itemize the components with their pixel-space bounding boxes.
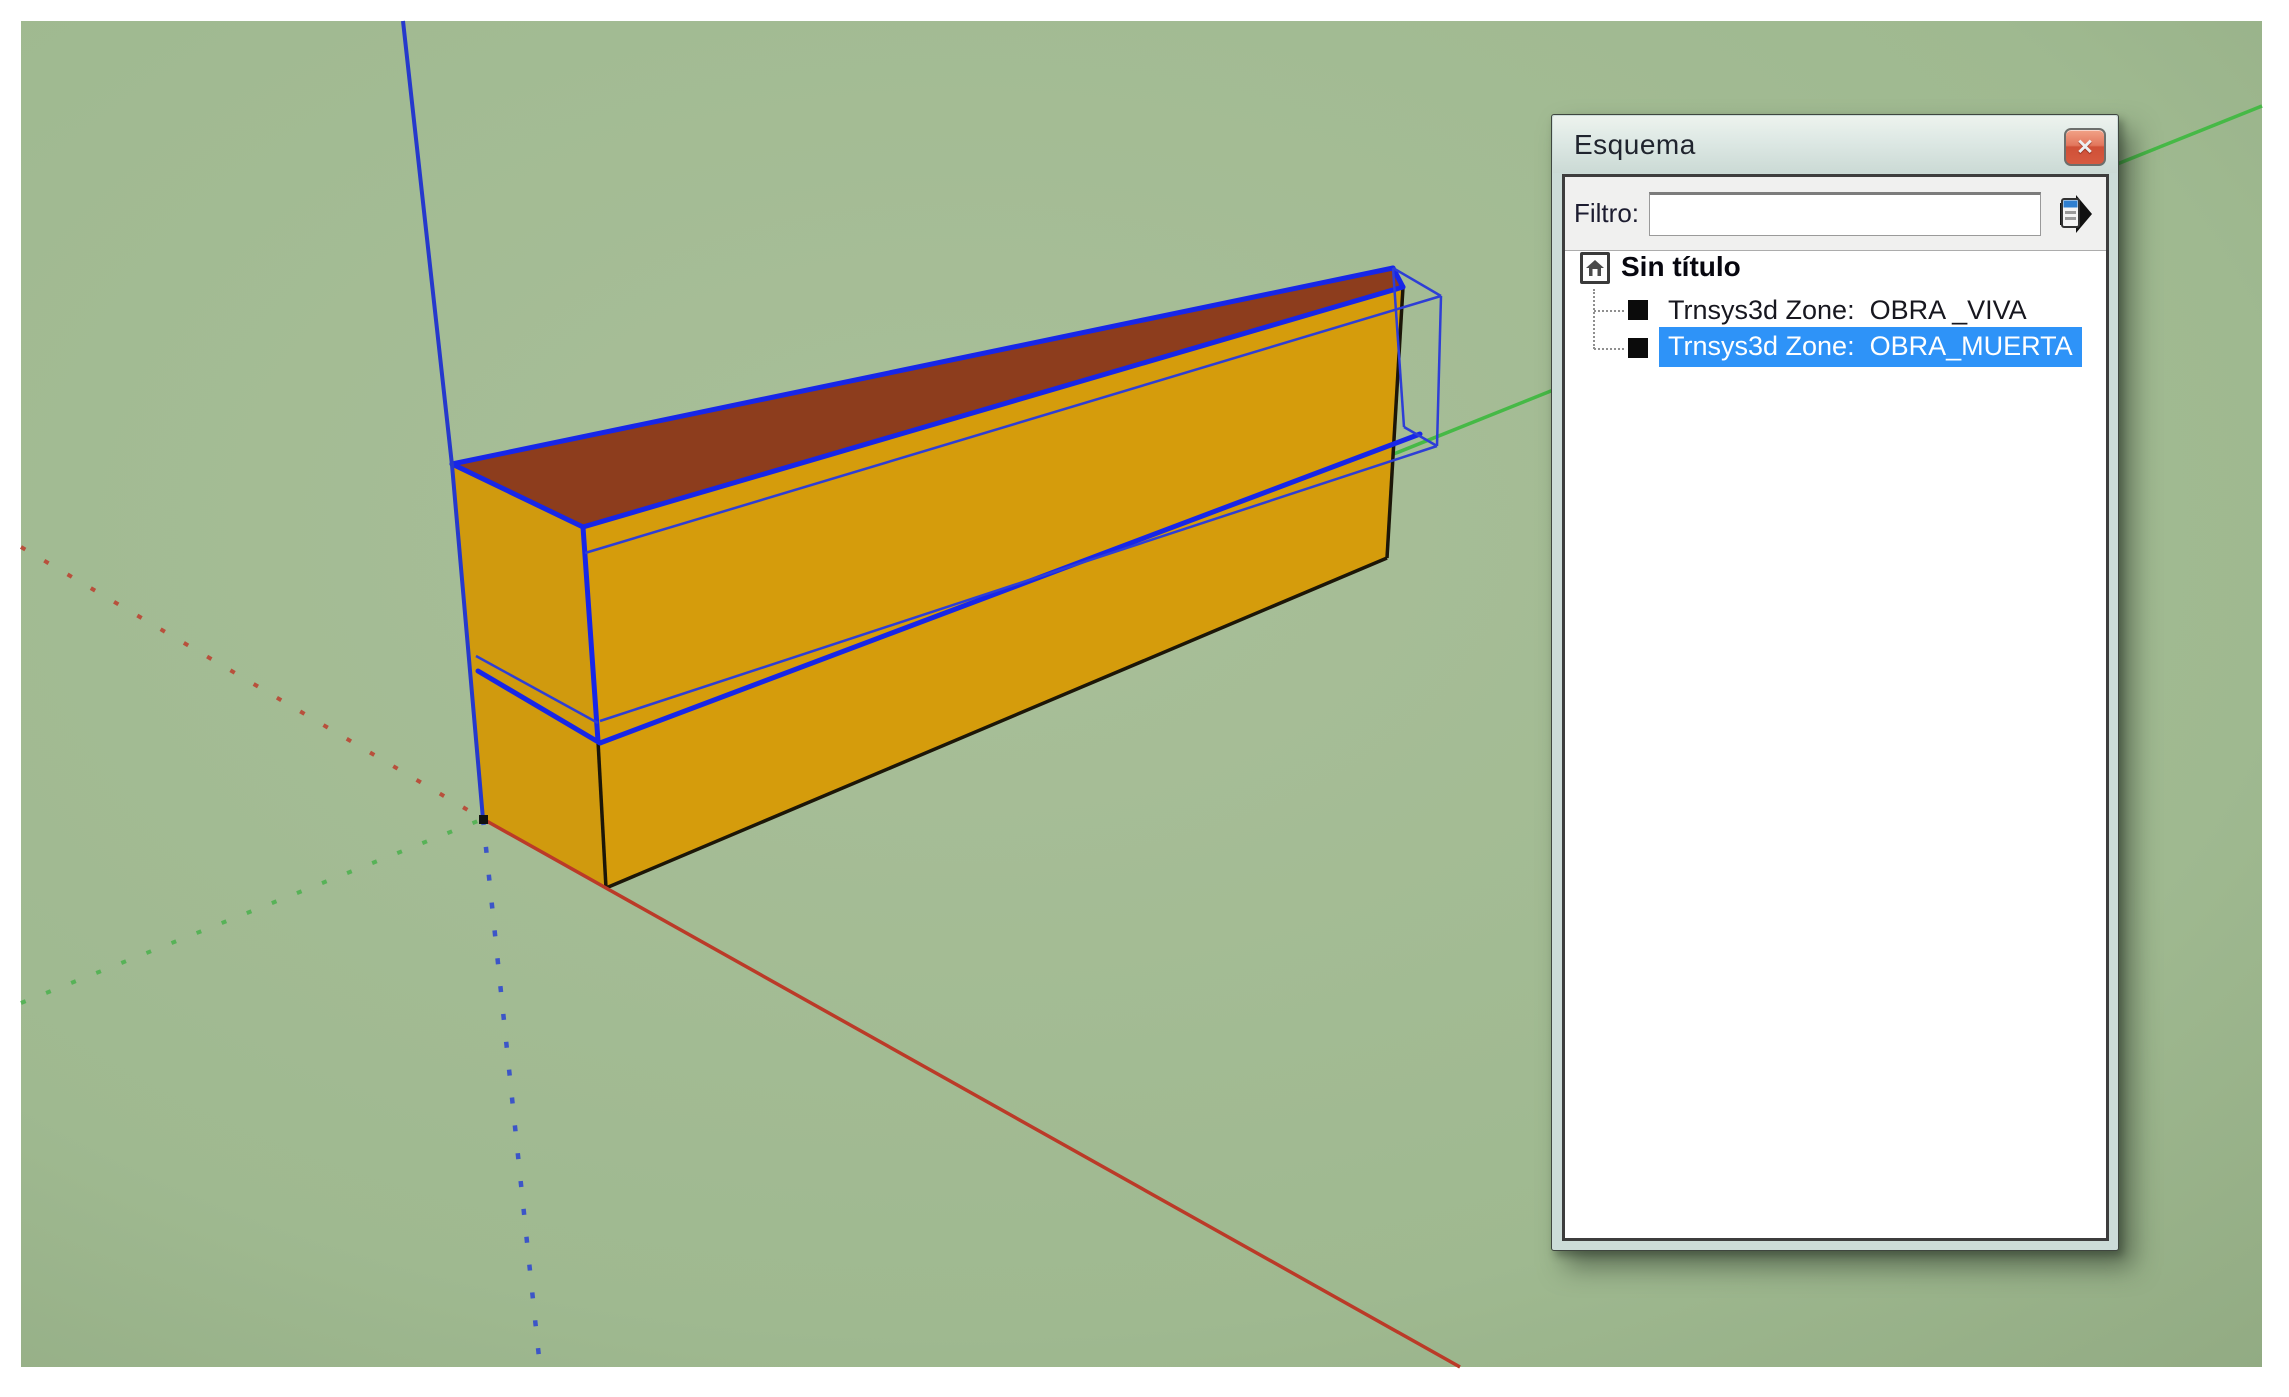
filter-input[interactable]: [1649, 192, 2041, 236]
house-icon: [1585, 258, 1605, 278]
tree-connector: [1594, 348, 1624, 350]
origin-point: [479, 815, 488, 824]
filter-label: Filtro:: [1574, 198, 1639, 229]
tree-connector: [1594, 310, 1624, 312]
tree-item-obra-viva[interactable]: Trnsys3d Zone: OBRA _VIVA: [1659, 291, 2036, 331]
filter-row: Filtro:: [1565, 177, 2106, 251]
panel-content: Filtro:: [1562, 174, 2109, 1241]
component-bullet-icon: [1628, 300, 1648, 320]
filter-forward-arrow-icon: [2046, 189, 2096, 239]
close-button[interactable]: ✕: [2064, 128, 2106, 166]
filter-advance-button[interactable]: [2046, 189, 2096, 239]
model-root-label[interactable]: Sin título: [1621, 251, 1741, 283]
tree-connector: [1593, 289, 1595, 349]
panel-title: Esquema: [1574, 129, 1696, 161]
outliner-tree: Sin título Trnsys3d Zone: OBRA _VIVA Trn…: [1565, 251, 2106, 1237]
close-icon: ✕: [2076, 137, 2094, 158]
tree-item-obra-muerta-selected[interactable]: Trnsys3d Zone: OBRA_MUERTA: [1659, 327, 2082, 367]
screenshot-root: Esquema ✕ Filtro:: [0, 0, 2289, 1397]
esquema-panel: Esquema ✕ Filtro:: [1551, 114, 2119, 1251]
esquema-titlebar[interactable]: Esquema ✕: [1553, 116, 2117, 173]
model-root-row[interactable]: [1580, 252, 1610, 284]
component-bullet-icon: [1628, 338, 1648, 358]
